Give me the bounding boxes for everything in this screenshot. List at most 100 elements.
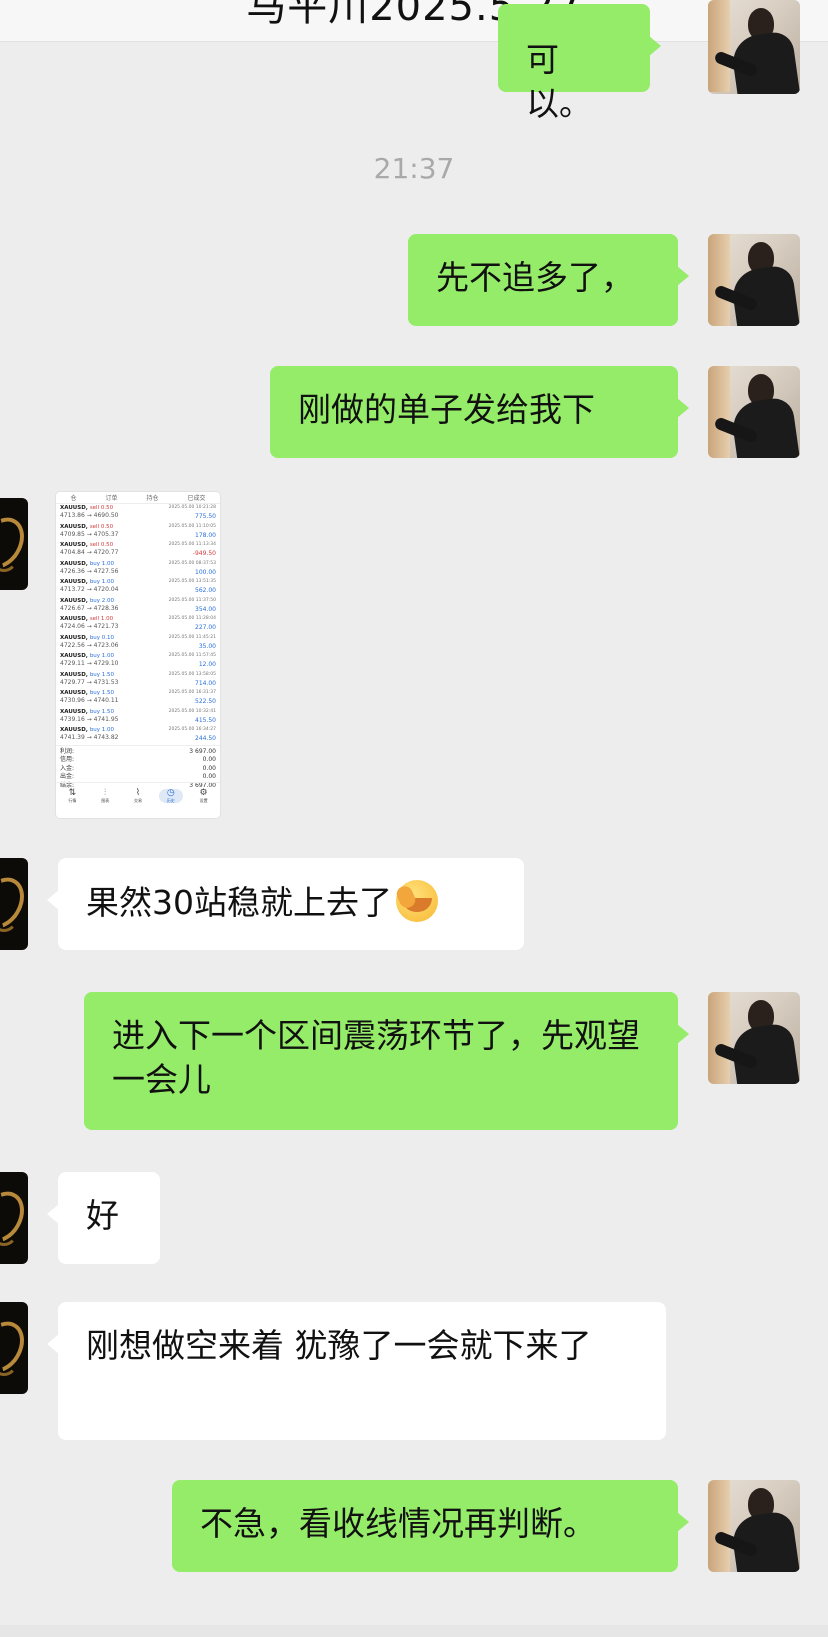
trade-row: XAUUSD, sell 1.00 4724.06 → 4721.73 2025.0… [56,615,220,634]
nav-label: 设置 [199,797,208,803]
trade-prices: 4722.56 → 4723.06 [60,641,119,649]
trade-row: XAUUSD, sell 0.50 4713.86 → 4690.50 2025.0… [56,504,220,523]
trade-profit: 354.00 [195,605,216,613]
trade-row: XAUUSD, buy 1.00 4726.36 → 4727.56 2025.05… [56,560,220,579]
trade-profit: 178.00 [195,531,216,539]
trade-row: XAUUSD, buy 1.00 4729.11 → 4729.10 2025.05… [56,652,220,671]
trade-row: XAUUSD, sell 0.50 4709.85 → 4705.37 2025.0… [56,523,220,542]
self-avatar[interactable] [708,234,800,326]
contact-avatar[interactable] [0,498,28,590]
trade-profit: 227.00 [195,624,216,631]
trade-row: XAUUSD, buy 0.10 4722.56 → 4723.06 2025.05… [56,634,220,653]
trade-row: XAUUSD, buy 1.50 4739.16 → 4741.95 2025.05… [56,708,220,727]
summary-row: 出金: 0.00 [60,773,216,782]
nav-label: 历史 [166,797,175,803]
nav-item: ⚙ 设置 [192,787,216,803]
summary-row: 入金: 0.00 [60,765,216,774]
trade-prices: 4729.11 → 4729.10 [60,660,119,667]
message-bubble[interactable]: 可以。 [498,4,661,123]
trade-profit: 12.00 [198,661,216,668]
message-row: 可以。 [0,0,828,123]
nav-item: ⫶ 图表 [93,787,117,803]
contact-avatar[interactable] [0,1302,28,1394]
trade-prices: 4724.06 → 4721.73 [60,623,119,630]
trade-profit: 562.00 [195,587,216,594]
message-bubble[interactable]: 刚做的单子发给我下 [270,366,689,458]
trade-tabs: 仓 订单 持仓 已成交 [56,492,220,504]
trade-profit: 522.50 [195,698,216,705]
trade-profit: 100.00 [195,568,216,576]
message-bubble[interactable]: 好 [47,1172,160,1264]
contact-avatar[interactable] [0,858,28,950]
summary-label: 出金: [60,773,75,781]
message-row: 先不追多了， [0,234,828,326]
message-row: 刚想做空来着 犹豫了一会就下来了 [0,1302,828,1440]
message-bubble[interactable]: 进入下一个区间震荡环节了，先观望一会儿 [84,992,689,1130]
nav-icon: ◷ [166,787,175,798]
trade-profit: 775.50 [195,513,216,520]
trade-prices: 4713.86 → 4690.50 [60,512,119,519]
trade-time: 2025.05.00 11:10:05 [168,523,216,529]
self-avatar[interactable] [708,366,800,458]
summary-label: 利润: [60,747,75,755]
message-row: 进入下一个区间震荡环节了，先观望一会儿 [0,992,828,1130]
trade-list: XAUUSD, sell 0.50 4713.86 → 4690.50 2025.0… [56,504,220,745]
trade-time: 2025.05.00 11:13:34 [168,542,216,547]
trade-time: 2025.05.00 08:37:53 [168,560,216,566]
face-palm-emoji-icon [396,880,438,922]
nav-icon: ⌇ [135,787,141,798]
self-avatar[interactable] [708,0,800,94]
self-avatar[interactable] [708,1480,800,1572]
summary-value: 0.00 [202,773,216,781]
trade-row: XAUUSD, sell 0.50 4704.84 → 4720.77 2025.0… [56,541,220,560]
nav-label: 图表 [101,797,110,803]
trade-time: 2025.05.00 16:31:37 [168,690,216,695]
time-divider: 21:37 [373,152,455,185]
trade-time: 2025.05.00 13:58:05 [168,671,216,677]
trade-tab: 订单 [105,495,118,502]
chat-title: 马平川2025.5.27 [246,0,582,30]
nav-icon: ⇅ [68,787,77,798]
trade-time: 2025.05.00 16:34:27 [168,727,216,732]
trade-time: 2025.05.00 10:21:28 [168,505,216,510]
message-row: 果然30站稳就上去了 [0,858,828,950]
message-text: 果然30站稳就上去了 [86,883,392,922]
trade-prices: 4739.16 → 4741.95 [60,715,119,723]
nav-item: ◷ 历史 [158,787,183,803]
trade-prices: 4730.96 → 4740.11 [60,697,119,704]
nav-icon: ⫶ [104,787,107,798]
trade-row: XAUUSD, buy 1.00 4741.39 → 4743.82 2025.05… [56,726,220,745]
summary-value: 0.00 [202,756,216,764]
message-row: 好 [0,1172,828,1264]
chat-header: 马平川2025.5.27 [0,0,828,42]
summary-value: 3 697.00 [189,747,216,755]
trade-profit: 415.50 [195,716,216,724]
trade-tab: 仓 [70,495,77,502]
summary-label: 信用: [60,756,75,764]
message-bubble[interactable]: 不急，看收线情况再判断。 [172,1480,689,1572]
trade-tab: 已成交 [187,495,206,502]
summary-row: 利润: 3 697.00 [60,748,216,757]
input-bar-edge [0,1625,828,1637]
trade-row: XAUUSD, buy 1.50 4730.96 → 4740.11 2025.05… [56,689,220,708]
trade-prices: 4726.67 → 4728.36 [60,604,119,612]
trade-prices: 4726.36 → 4727.56 [60,567,119,575]
message-bubble[interactable]: 先不追多了， [408,234,689,326]
trade-profit: 714.00 [195,679,216,687]
self-avatar[interactable] [708,992,800,1084]
bottom-nav: ⇅ 行情 ⫶ 图表 ⌇ 交易 ◷ 历史 ⚙ 设置 [56,782,220,808]
trade-time: 2025.05.00 11:45:21 [168,634,216,640]
summary-label: 入金: [60,764,75,772]
trade-tab: 持仓 [146,495,159,502]
nav-icon: ⚙ [199,787,208,798]
message-bubble[interactable]: 果然30站稳就上去了 [47,858,524,950]
trade-profit: -949.50 [192,550,216,557]
message-row: 不急，看收线情况再判断。 [0,1480,828,1572]
trade-row: XAUUSD, buy 1.50 4729.77 → 4731.53 2025.05… [56,671,220,690]
message-bubble[interactable]: 刚想做空来着 犹豫了一会就下来了 [47,1302,666,1440]
trade-prices: 4741.39 → 4743.82 [60,734,119,741]
trade-prices: 4729.77 → 4731.53 [60,678,119,686]
trade-history-image[interactable]: 仓 订单 持仓 已成交 XAUUSD, sell 0.50 4713.86 → 4… [56,492,220,818]
nav-item: ⇅ 行情 [60,787,84,803]
contact-avatar[interactable] [0,1172,28,1264]
